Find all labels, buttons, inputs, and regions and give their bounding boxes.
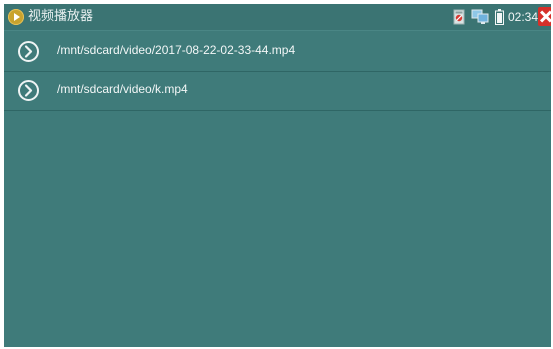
battery-icon [495,9,504,25]
file-path: /mnt/sdcard/video/k.mp4 [57,82,188,96]
record-indicator-icon [453,9,465,25]
status-bar: 视频播放器 02:34 [4,4,551,30]
play-icon[interactable] [18,80,39,101]
file-list-item[interactable]: /mnt/sdcard/video/2017-08-22-02-33-44.mp… [4,30,551,72]
close-button[interactable] [538,7,551,26]
app-title: 视频播放器 [28,9,94,24]
play-icon[interactable] [18,41,39,62]
file-list-item[interactable]: /mnt/sdcard/video/k.mp4 [4,70,551,111]
file-path: /mnt/sdcard/video/2017-08-22-02-33-44.mp… [57,43,296,57]
network-icon [471,9,489,24]
video-player-screen: 视频播放器 02:34 /mnt/sdcard/video/2017-08-22… [4,4,551,347]
video-player-icon [8,9,24,25]
status-clock: 02:34 [508,10,539,24]
